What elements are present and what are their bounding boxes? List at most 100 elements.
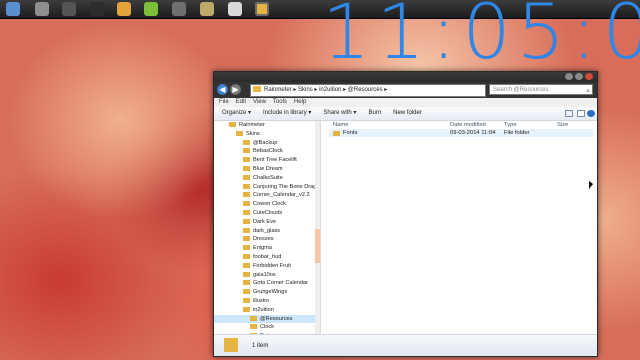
file-row[interactable]: Fonts 09-03-2014 11:04 File folder xyxy=(329,129,593,137)
nav-scrollbar-thumb[interactable] xyxy=(315,229,320,263)
nav-item[interactable]: illustro xyxy=(214,297,320,306)
nav-item[interactable]: @Resources xyxy=(214,314,320,324)
nav-item-label: illustro xyxy=(253,297,270,304)
folder-icon xyxy=(243,280,250,286)
menu-item-help[interactable]: Help xyxy=(294,99,306,105)
folder-icon xyxy=(243,157,250,163)
nav-item-label: Bent Tree Facelift xyxy=(253,157,297,164)
nav-item-label: in2uition xyxy=(253,306,274,313)
explorer-icon[interactable] xyxy=(255,2,269,16)
chrome-icon[interactable] xyxy=(117,2,131,16)
breadcrumb-item[interactable]: in2uition xyxy=(319,87,341,93)
breadcrumb-item[interactable]: Skins xyxy=(298,87,313,93)
nav-scrollbar[interactable] xyxy=(315,121,320,334)
preview-pane-icon[interactable] xyxy=(577,110,585,117)
paint-icon[interactable] xyxy=(228,2,242,16)
nav-item-label: ChalksSuite xyxy=(253,174,283,181)
nav-item[interactable]: Rainmeter xyxy=(214,121,320,130)
folder-icon xyxy=(243,245,250,251)
app-icon[interactable] xyxy=(172,2,186,16)
nav-item[interactable]: Dresses xyxy=(214,235,320,244)
back-button[interactable]: ◀ xyxy=(217,84,228,95)
nav-item[interactable]: Blue Dream xyxy=(214,165,320,174)
nav-item[interactable]: Enigma xyxy=(214,244,320,253)
nav-item[interactable]: Conjuring The Bone Drago xyxy=(214,183,320,192)
nav-item-label: Enigma xyxy=(253,245,272,252)
nav-item-label: foobar_hud xyxy=(253,253,282,260)
navigation-pane: Rainmeter Skins @Backup BebasClock Bent Tree… xyxy=(214,121,321,334)
folder-icon xyxy=(243,218,250,224)
nav-item[interactable]: gaia10os xyxy=(214,271,320,280)
nav-item[interactable]: Bent Tree Facelift xyxy=(214,156,320,165)
column-header-type[interactable]: Type xyxy=(504,121,517,129)
view-options-icon[interactable] xyxy=(565,110,573,117)
nav-item-label: Dresses xyxy=(253,236,274,243)
nav-item[interactable]: foobar_hud xyxy=(214,253,320,262)
nav-item[interactable]: Skins xyxy=(214,130,320,139)
media-player-icon[interactable] xyxy=(35,2,49,16)
nav-item[interactable]: in2uition xyxy=(214,306,320,315)
search-icon: ⌕ xyxy=(586,88,590,95)
maximize-button[interactable] xyxy=(575,73,583,80)
nav-item[interactable]: Cowon Clock xyxy=(214,200,320,209)
nav-item[interactable]: Dark Eve xyxy=(214,218,320,227)
nav-item[interactable]: dark_glass xyxy=(214,227,320,236)
folder-icon xyxy=(243,227,250,233)
folder-icon xyxy=(229,122,236,127)
breadcrumb-item[interactable]: @Resources xyxy=(348,87,383,93)
editor-icon[interactable] xyxy=(200,2,214,16)
breadcrumb-separator-icon[interactable]: ▸ xyxy=(383,87,387,93)
nav-item-label: @Resources xyxy=(260,315,293,322)
nav-item[interactable]: Gota Corner Calendar xyxy=(214,279,320,288)
breadcrumb-item[interactable]: Rainmeter xyxy=(264,87,292,93)
column-header-date-modified[interactable]: Date modified xyxy=(450,121,486,129)
explorer-window: ◀ ▶ Rainmeter ▸ Skins ▸ in2uition ▸ @Res… xyxy=(213,71,598,357)
toolbar-button-organize[interactable]: Organize ▾ xyxy=(222,110,251,116)
nav-item[interactable]: Corner_Calendar_v2.2 xyxy=(214,191,320,200)
file-type: File folder xyxy=(504,130,530,136)
folder-icon xyxy=(250,324,257,330)
search-input[interactable]: Search @Resources ⌕ xyxy=(489,84,593,95)
nav-item[interactable]: Forbidden Fruit xyxy=(214,262,320,271)
file-list: Name Date modified Type Size Fonts 09-03-201… xyxy=(321,121,597,334)
title-bar[interactable] xyxy=(214,72,597,82)
nav-item-label: Dark Eve xyxy=(253,218,277,225)
rainmeter-icon[interactable] xyxy=(6,2,20,16)
nav-item[interactable]: @Backup xyxy=(214,139,320,148)
nav-item[interactable]: BebasClock xyxy=(214,147,320,156)
nav-item-label: BebasClock xyxy=(253,148,283,155)
nav-item[interactable]: ChalksSuite xyxy=(214,174,320,183)
menu-item-view[interactable]: View xyxy=(253,99,266,105)
folder-icon xyxy=(243,236,250,242)
item-count: 1 item xyxy=(252,343,269,349)
column-header-name[interactable]: Name xyxy=(333,121,348,129)
steam-icon[interactable] xyxy=(62,2,76,16)
nav-item[interactable]: GrungeWings xyxy=(214,288,320,297)
utorrent-icon[interactable] xyxy=(144,2,158,16)
nav-item-label: Skins xyxy=(246,130,260,137)
nav-item[interactable]: Clock xyxy=(214,323,320,332)
nav-item-label: Corner_Calendar_v2.2 xyxy=(253,192,310,199)
menu-item-file[interactable]: File xyxy=(219,99,229,105)
nav-item[interactable]: CuteClouds xyxy=(214,209,320,218)
toolbar-button-burn[interactable]: Burn xyxy=(368,110,381,116)
toolbar-button-new-folder[interactable]: New folder xyxy=(393,110,422,116)
menu-item-tools[interactable]: Tools xyxy=(273,99,287,105)
search-placeholder: Search @Resources xyxy=(493,87,549,93)
close-button[interactable] xyxy=(585,73,593,80)
column-headers: Name Date modified Type Size xyxy=(321,121,597,129)
column-header-size[interactable]: Size xyxy=(557,121,568,129)
desktop-clock: 11:05:0 xyxy=(322,0,640,76)
toolbar-button-share-with[interactable]: Share with ▾ xyxy=(323,110,356,116)
menu-item-edit[interactable]: Edit xyxy=(236,99,246,105)
minimize-button[interactable] xyxy=(565,73,573,80)
terminal-icon[interactable] xyxy=(90,2,104,16)
toolbar-button-include-in-library[interactable]: Include in library ▾ xyxy=(263,110,311,116)
address-bar[interactable]: Rainmeter ▸ Skins ▸ in2uition ▸ @Resourc… xyxy=(250,84,486,97)
folder-icon xyxy=(236,130,243,136)
help-icon[interactable] xyxy=(587,110,595,117)
folder-icon xyxy=(243,174,250,180)
forward-button[interactable]: ▶ xyxy=(230,84,241,95)
menu-bar: File Edit View Tools Help xyxy=(214,98,597,107)
nav-item-label: Rainmeter xyxy=(239,122,265,128)
